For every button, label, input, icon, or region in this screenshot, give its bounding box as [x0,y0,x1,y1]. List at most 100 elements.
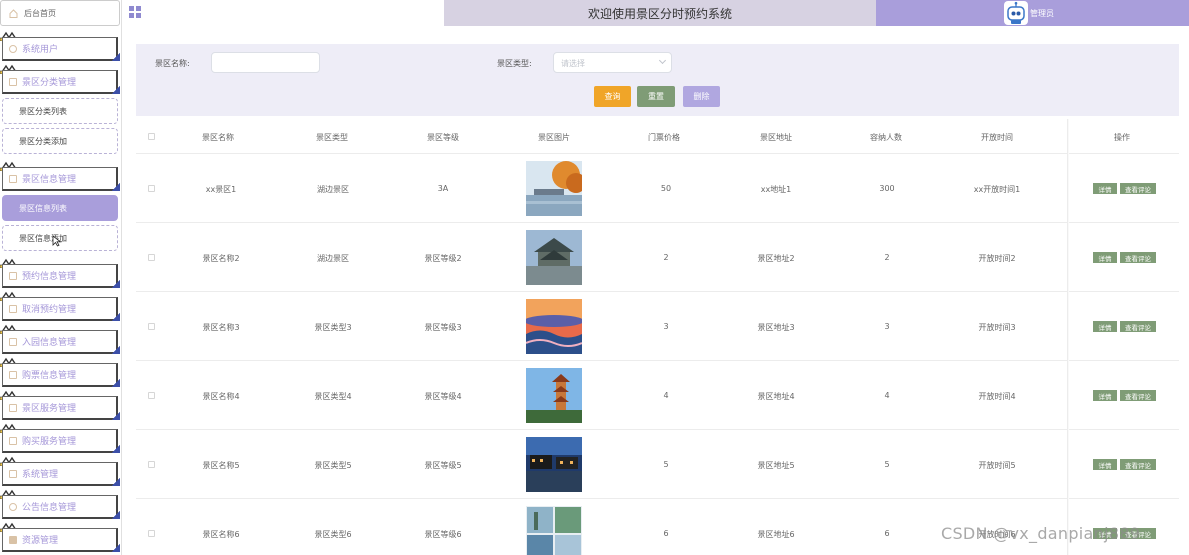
sidebar-menu-label: 景区分类管理 [22,78,77,88]
view-comment-button[interactable]: 查看评论 [1120,183,1156,194]
column-header: 景区图片 [538,133,570,142]
corner-fold-icon [112,86,120,94]
chevron-down-icon [658,56,667,65]
sidebar-sub-scenic-list[interactable]: 景区信息列表 [2,195,118,221]
sidebar-menu-notice[interactable]: 公告信息管理 [0,489,120,519]
grid-menu-icon[interactable] [129,6,141,18]
scenic-type-select[interactable]: 请选择 [553,52,672,73]
corner-fold-icon [112,183,120,191]
doc-icon [9,403,17,412]
sidebar-menu-label: 取消预约管理 [22,305,77,315]
detail-button[interactable]: 详情 [1093,252,1117,263]
table-row: 景区名称5 景区类型5 景区等级5 5 景区地址5 5 开放时间5 详情 查看评… [136,430,1179,499]
cell-capacity: 3 [884,322,890,331]
detail-button[interactable]: 详情 [1093,321,1117,332]
sidebar-sub-label: 景区分类列表 [19,106,67,116]
cell-level: 景区等级2 [424,254,462,263]
sidebar-menu-category[interactable]: 景区分类管理 [0,64,120,94]
sidebar-menu-users[interactable]: 系统用户 [0,31,120,61]
detail-button[interactable]: 详情 [1093,459,1117,470]
home-icon [9,8,18,18]
sidebar-sub-category-add[interactable]: 景区分类添加 [2,128,118,154]
cell-level: 景区等级6 [424,530,462,539]
select-all-checkbox[interactable] [148,133,155,140]
sidebar-menu-system[interactable]: 系统管理 [0,456,120,486]
view-comment-button[interactable]: 查看评论 [1120,459,1156,470]
row-checkbox[interactable] [148,392,155,399]
sidebar-menu-reservation[interactable]: 预约信息管理 [0,258,120,288]
cell-type: 景区类型5 [314,461,352,470]
cell-price: 2 [663,253,669,262]
robot-avatar-icon[interactable] [1004,1,1028,25]
row-checkbox[interactable] [148,530,155,537]
menu-toggle[interactable] [122,0,444,26]
type-label: 景区类型: [497,59,532,68]
sidebar-sub-label: 景区信息列表 [19,203,67,213]
scenic-name-input[interactable] [211,52,320,73]
column-header: 容纳人数 [870,133,902,142]
row-checkbox[interactable] [148,254,155,261]
user-icon [9,44,17,53]
header-title-area: 欢迎使用景区分时预约系统 [444,0,876,26]
cell-capacity: 6 [884,529,890,538]
doc-icon [9,77,17,86]
sidebar-menu-cancel[interactable]: 取消预约管理 [0,291,120,321]
user-area[interactable]: 管理员 [876,0,1189,26]
corner-fold-icon [112,511,120,519]
sidebar-home-label: 后台首页 [24,8,56,18]
column-header: 操作 [1114,133,1130,142]
cell-type: 景区类型6 [314,530,352,539]
corner-fold-icon [112,544,120,552]
column-header: 门票价格 [648,133,680,142]
detail-button[interactable]: 详情 [1093,390,1117,401]
sidebar-menu-resource[interactable]: 资源管理 [0,522,120,552]
sidebar-menu-label: 入园信息管理 [22,338,77,348]
mouse-cursor-icon [52,235,62,247]
corner-fold-icon [112,445,120,453]
corner-fold-icon [112,346,120,354]
detail-button[interactable]: 详情 [1093,183,1117,194]
cell-price: 3 [663,322,669,331]
sidebar-menu-label: 公告信息管理 [22,503,77,513]
sidebar-sub-category-list[interactable]: 景区分类列表 [2,98,118,124]
sidebar-menu-ticket[interactable]: 购票信息管理 [0,357,120,387]
view-comment-button[interactable]: 查看评论 [1120,390,1156,401]
view-comment-button[interactable]: 查看评论 [1120,252,1156,263]
cell-price: 6 [663,529,669,538]
doc-icon [9,337,17,346]
scenic-table: 景区名称 景区类型 景区等级 景区图片 门票价格 景区地址 容纳人数 开放时间 … [136,119,1179,555]
cell-address: 景区地址2 [757,254,795,263]
cell-name: 景区名称4 [202,392,240,401]
sidebar-menu-entry[interactable]: 入园信息管理 [0,324,120,354]
scenic-image [526,299,582,354]
delete-button[interactable]: 删除 [683,86,720,107]
sidebar-menu-purchase[interactable]: 购买服务管理 [0,423,120,453]
cell-capacity: 2 [884,253,890,262]
row-checkbox[interactable] [148,461,155,468]
type-select-placeholder: 请选择 [561,59,585,68]
row-checkbox[interactable] [148,185,155,192]
table-row: xx景区1 湖边景区 3A 50 xx地址1 300 xx开放时间1 详情 查看… [136,154,1179,223]
reset-button[interactable]: 重置 [637,86,675,107]
table-row: 景区名称3 景区类型3 景区等级3 3 景区地址3 3 开放时间3 详情 查看评… [136,292,1179,361]
page-title: 欢迎使用景区分时预约系统 [587,6,732,21]
cell-type: 湖边景区 [317,254,349,263]
sidebar-menu-service[interactable]: 景区服务管理 [0,390,120,420]
scenic-image [526,368,582,423]
view-comment-button[interactable]: 查看评论 [1120,321,1156,332]
cell-name: 景区名称5 [202,461,240,470]
doc-icon [9,469,17,478]
sidebar-menu-label: 系统管理 [22,470,59,480]
cell-address: 景区地址4 [757,392,795,401]
cell-price: 4 [663,391,669,400]
row-checkbox[interactable] [148,323,155,330]
user-name: 管理员 [1030,9,1054,18]
name-label: 景区名称: [155,59,190,68]
sidebar-sub-label: 景区分类添加 [19,136,67,146]
query-button[interactable]: 查询 [594,86,631,107]
cell-level: 景区等级4 [424,392,462,401]
scenic-image [526,437,582,492]
cell-open-time: 开放时间2 [978,254,1016,263]
sidebar-home[interactable]: 后台首页 [0,0,120,26]
sidebar-menu-scenic[interactable]: 景区信息管理 [0,161,120,191]
